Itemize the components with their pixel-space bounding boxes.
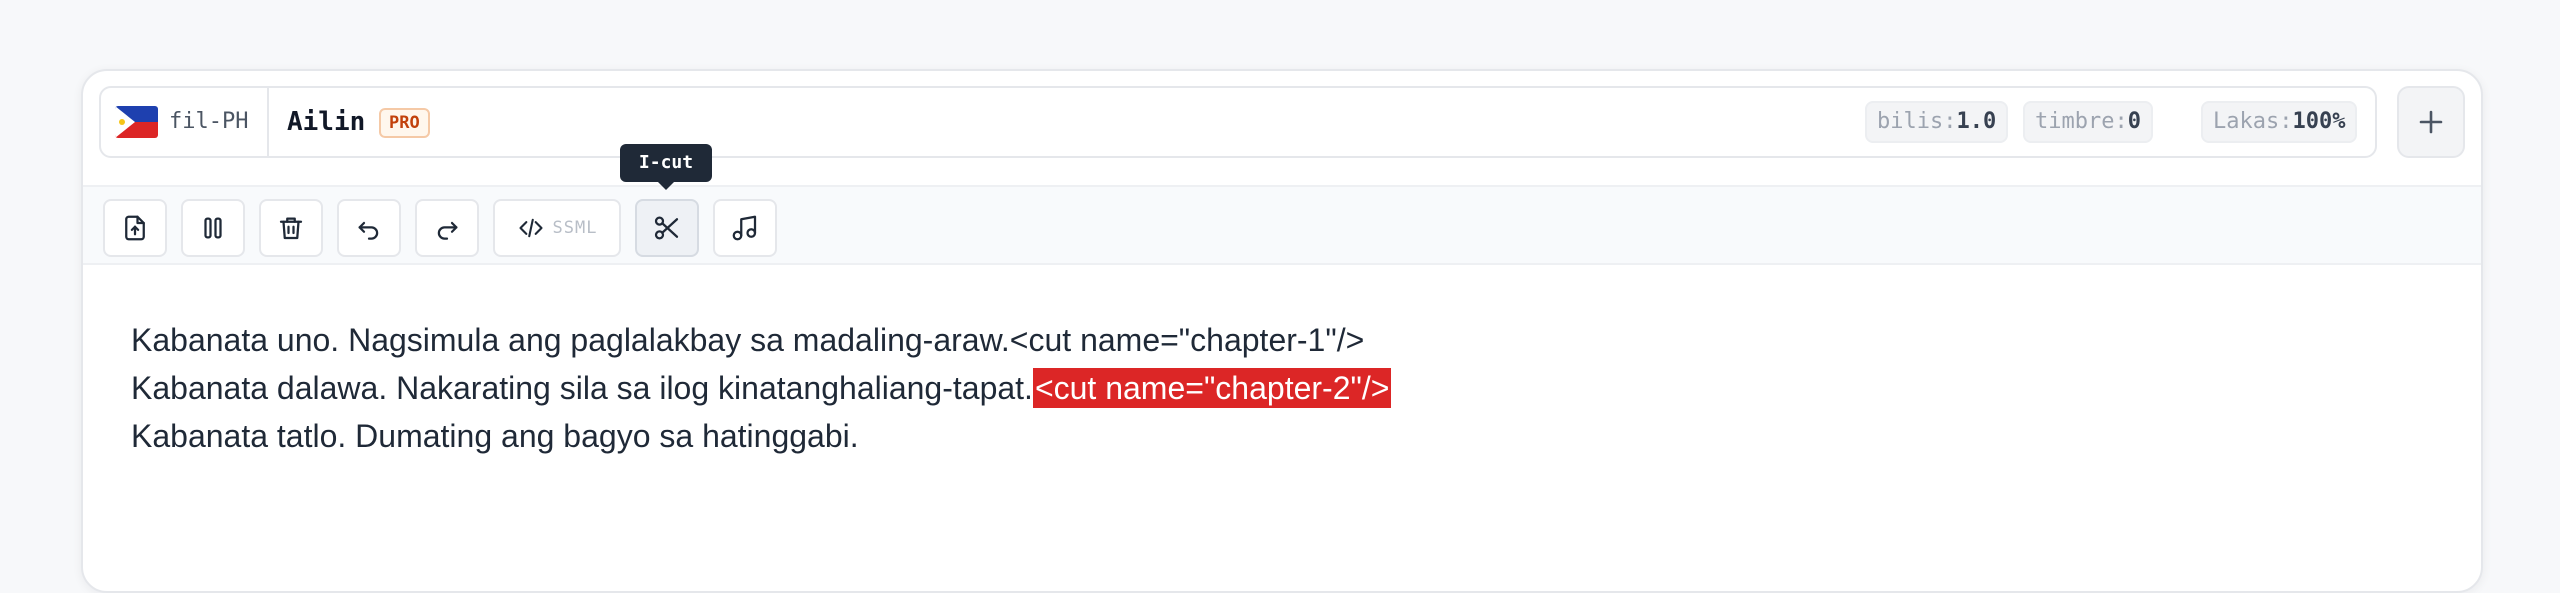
delete-button[interactable] <box>259 199 323 257</box>
tooltip-text: I-cut <box>638 152 694 173</box>
music-note-icon <box>730 213 760 243</box>
language-code: fil-PH <box>169 109 249 134</box>
file-upload-icon <box>120 213 150 243</box>
audio-button[interactable] <box>713 199 777 257</box>
scissors-icon <box>652 213 682 243</box>
tts-editor-card: fil-PH Ailin PRO bilis:1.0 timbre:0 Laka… <box>81 69 2483 593</box>
pro-badge: PRO <box>379 108 430 138</box>
volume-value: 100% <box>2292 109 2346 134</box>
voice-name: Ailin <box>287 107 366 137</box>
add-button[interactable] <box>2397 86 2465 158</box>
voice-selector[interactable]: fil-PH Ailin PRO bilis:1.0 timbre:0 Laka… <box>99 86 2377 158</box>
speed-param[interactable]: bilis:1.0 <box>1865 101 2009 143</box>
trash-icon <box>276 213 306 243</box>
undo-icon <box>354 213 384 243</box>
timbre-value: 0 <box>2127 109 2141 134</box>
ssml-toggle-button[interactable]: SSML <box>493 199 621 257</box>
code-icon <box>517 214 545 242</box>
editor-line: Kabanata tatlo. Dumating ang bagyo sa ha… <box>131 412 2441 460</box>
plus-icon <box>2418 109 2444 135</box>
editor-line: Kabanata uno. Nagsimula ang paglalakbay … <box>131 316 2441 364</box>
redo-button[interactable] <box>415 199 479 257</box>
upload-file-button[interactable] <box>103 199 167 257</box>
volume-param[interactable]: Lakas:100% <box>2201 101 2358 143</box>
cut-tag-selected[interactable]: <cut name="chapter-2"/> <box>1032 368 1392 408</box>
speed-label: bilis: <box>1877 109 1957 134</box>
speed-value: 1.0 <box>1956 109 1997 134</box>
line-text: Kabanata tatlo. Dumating ang bagyo sa ha… <box>131 418 859 454</box>
redo-icon <box>432 213 462 243</box>
line-text: Kabanata uno. Nagsimula ang paglalakbay … <box>131 322 1010 358</box>
editor-line: Kabanata dalawa. Nakarating sila sa ilog… <box>131 364 2441 412</box>
language-selector[interactable]: fil-PH <box>101 88 269 156</box>
undo-button[interactable] <box>337 199 401 257</box>
pause-icon <box>198 213 228 243</box>
cut-tooltip: I-cut <box>620 144 712 190</box>
cut-button[interactable] <box>635 199 699 257</box>
line-text: Kabanata dalawa. Nakarating sila sa ilog… <box>131 370 1033 406</box>
text-editor[interactable]: Kabanata uno. Nagsimula ang paglalakbay … <box>131 316 2441 460</box>
timbre-param[interactable]: timbre:0 <box>2023 101 2153 143</box>
pause-button[interactable] <box>181 199 245 257</box>
philippines-flag-icon <box>115 106 158 138</box>
volume-label: Lakas: <box>2213 109 2293 134</box>
tooltip-arrow <box>658 182 674 190</box>
voice-header: fil-PH Ailin PRO bilis:1.0 timbre:0 Laka… <box>83 71 2481 185</box>
ssml-label: SSML <box>552 218 598 238</box>
editor-toolbar: SSML <box>83 185 2481 265</box>
timbre-label: timbre: <box>2035 109 2128 134</box>
cut-tag[interactable]: <cut name="chapter-1"/> <box>1010 322 1364 358</box>
